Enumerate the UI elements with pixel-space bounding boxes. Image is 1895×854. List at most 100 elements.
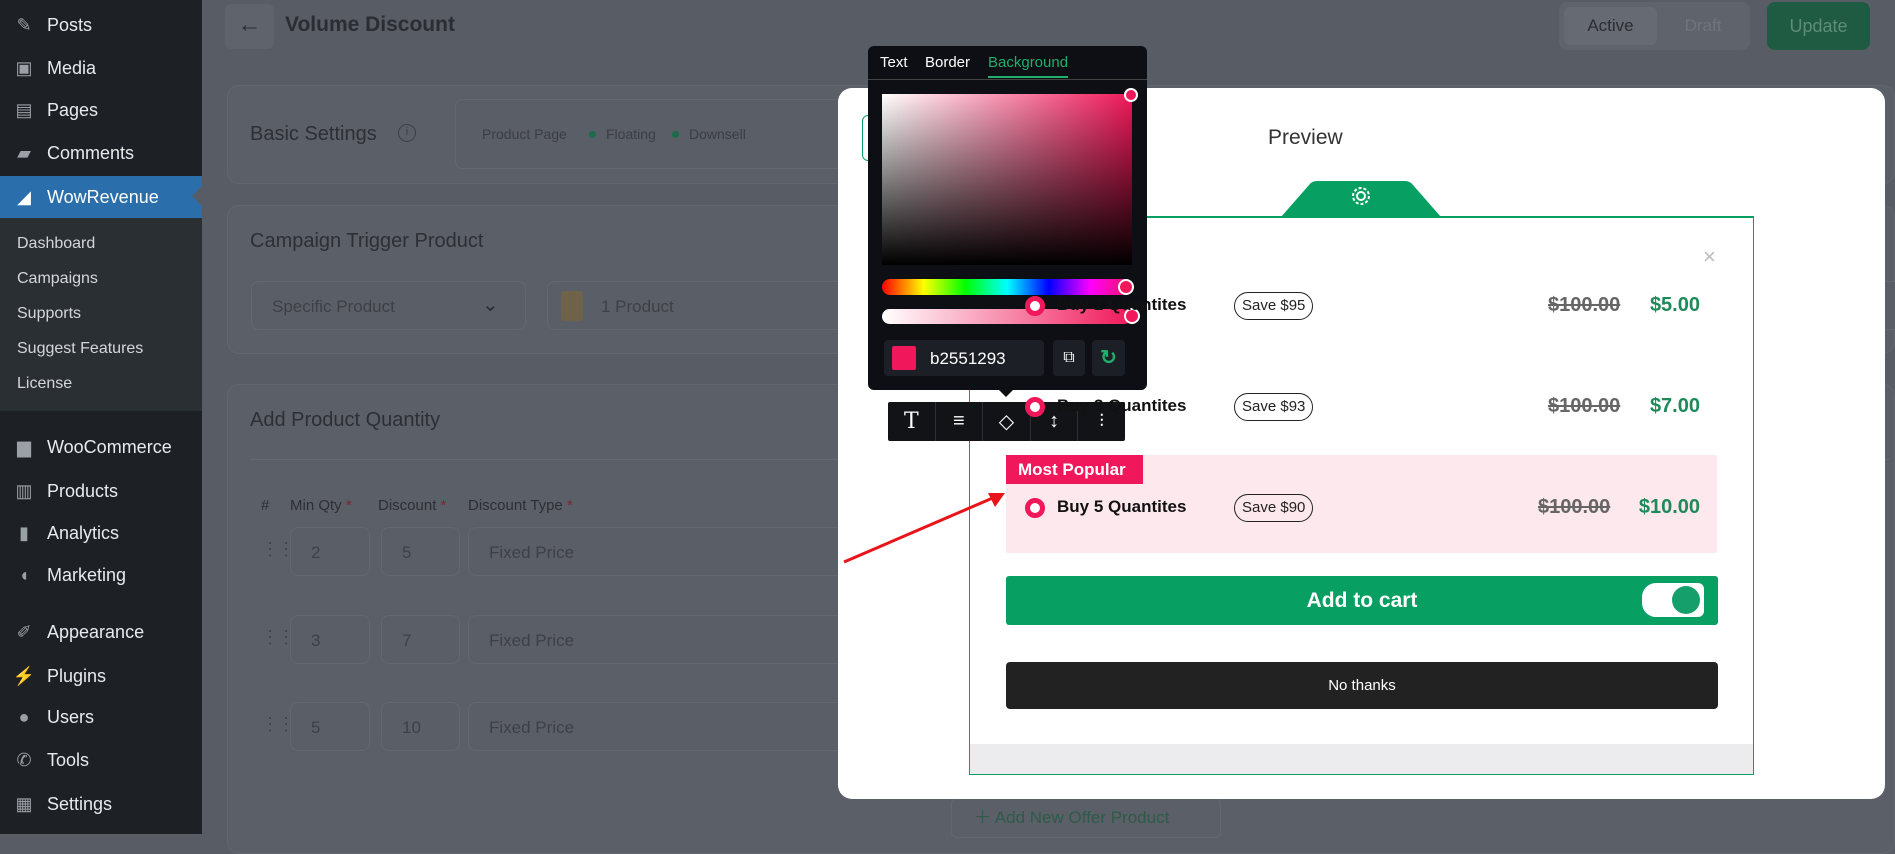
submenu-license[interactable]: License	[17, 375, 72, 393]
discount-input[interactable]: 7	[381, 615, 460, 664]
saturation-area[interactable]	[882, 88, 1138, 265]
product-count: 1 Product	[601, 297, 674, 316]
sidebar-item-posts[interactable]: ✎ Posts	[0, 5, 202, 45]
chip-downsell: Downsell	[689, 126, 746, 142]
chart-icon: ▮	[19, 522, 29, 543]
plus-icon: ＋	[974, 808, 991, 827]
megaphone-icon: ◖	[18, 564, 30, 585]
add-offer-product-button[interactable]: ＋ Add New Offer Product	[951, 798, 1221, 838]
wowrevenue-submenu: Dashboard Campaigns Supports Suggest Fea…	[0, 218, 202, 411]
sidebar-item-plugins[interactable]: ⚡ Plugins	[0, 656, 202, 696]
grammarly-icon[interactable]	[1642, 583, 1704, 617]
add-to-cart-label: Add to cart	[1306, 589, 1418, 612]
divider	[868, 79, 1147, 80]
discount-type-select[interactable]: Fixed Price	[468, 702, 868, 751]
dot-separator	[672, 131, 679, 138]
arrow-left-icon: ←	[237, 11, 262, 38]
admin-sidebar: ✎ Posts ▣ Media ▤ Pages ▰ Comments ◢ WowReven…	[0, 0, 202, 834]
pages-icon: ▤	[15, 99, 33, 120]
hex-input[interactable]: b2551293	[884, 340, 1044, 376]
add-to-cart-button[interactable]: Add to cart	[1006, 576, 1718, 625]
sidebar-item-tools[interactable]: ✆ Tools	[0, 740, 202, 780]
color-swatch	[892, 346, 916, 370]
product-quantity-title: Add Product Quantity	[250, 409, 441, 431]
basic-settings-title: Basic Settings	[250, 123, 377, 145]
submenu-dashboard[interactable]: Dashboard	[17, 235, 95, 253]
discount-type-select[interactable]: Fixed Price	[468, 615, 868, 664]
color-picker-popover: Text Border Background b2551293 ⧉ ↻	[868, 46, 1147, 390]
wowrevenue-icon: ◢	[17, 186, 31, 207]
submenu-campaigns[interactable]: Campaigns	[17, 270, 98, 288]
page-title: Volume Discount	[285, 13, 455, 36]
option-label: Buy 3 Quantites	[1057, 396, 1187, 415]
discount-input[interactable]: 5	[381, 527, 460, 576]
brush-icon: ✐	[16, 621, 32, 642]
plug-icon: ⚡	[12, 665, 36, 686]
sidebar-item-marketing[interactable]: ◖ Marketing	[0, 555, 202, 595]
sidebar-item-comments[interactable]: ▰ Comments	[0, 133, 202, 173]
sidebar-item-pages[interactable]: ▤ Pages	[0, 90, 202, 130]
update-button[interactable]: Update	[1767, 2, 1870, 50]
select-value: Specific Product	[272, 297, 395, 316]
min-qty-input[interactable]: 3	[290, 615, 370, 664]
status-draft[interactable]: Draft	[1663, 7, 1743, 45]
comment-icon: ▰	[17, 142, 31, 163]
offer-option[interactable]: Buy 3 Quantites Save $93 $100.00 $7.00	[1006, 387, 1717, 427]
drag-handle-icon[interactable]: ⋮⋮	[261, 539, 295, 560]
tab-border[interactable]: Border	[925, 54, 970, 71]
sidebar-item-appearance[interactable]: ✐ Appearance	[0, 612, 202, 652]
offer-widget: × Buy 2 Quantites Save $95 $100.00 $5.00…	[970, 218, 1753, 744]
trigger-type-select[interactable]: Specific Product ⌄	[251, 281, 526, 330]
option-label: Buy 5 Quantites	[1057, 497, 1187, 516]
typography-icon[interactable]: T	[888, 402, 936, 441]
save-badge: Save $95	[1234, 292, 1314, 320]
radio-selected[interactable]	[1025, 296, 1045, 316]
discounted-price: $7.00	[1649, 395, 1700, 417]
col-discount-type: Discount Type *	[468, 497, 573, 514]
discounted-price: $10.00	[1638, 496, 1700, 518]
drag-handle-icon[interactable]: ⋮⋮	[261, 714, 295, 735]
archive-icon: ▥	[15, 480, 33, 501]
min-qty-input[interactable]: 5	[290, 702, 370, 751]
info-icon[interactable]: i	[398, 124, 416, 142]
radio-selected[interactable]	[1025, 498, 1045, 518]
discount-input[interactable]: 10	[381, 702, 460, 751]
back-button[interactable]: ←	[225, 4, 274, 49]
original-price: $100.00	[1548, 395, 1621, 417]
offer-option[interactable]: Buy 2 Quantites Save $95 $100.00 $5.00	[1006, 286, 1717, 326]
drag-handle-icon[interactable]: ⋮⋮	[261, 627, 295, 648]
pin-icon: ✎	[16, 14, 32, 35]
submenu-supports[interactable]: Supports	[17, 305, 81, 323]
sidebar-item-analytics[interactable]: ▮ Analytics	[0, 513, 202, 553]
close-icon[interactable]: ×	[1703, 244, 1716, 270]
status-active[interactable]: Active	[1564, 7, 1657, 45]
option-label: Buy 2 Quantites	[1057, 295, 1187, 314]
save-badge: Save $93	[1234, 393, 1314, 421]
submenu-suggest-features[interactable]: Suggest Features	[17, 340, 143, 358]
sidebar-item-users[interactable]: ● Users	[0, 697, 202, 737]
tab-text[interactable]: Text	[880, 54, 908, 71]
saturation-handle[interactable]	[1124, 88, 1138, 102]
media-icon: ▣	[15, 57, 33, 78]
sidebar-item-settings[interactable]: ▦ Settings	[0, 784, 202, 824]
no-thanks-button[interactable]: No thanks	[1006, 662, 1718, 709]
sidebar-item-wowrevenue[interactable]: ◢ WowRevenue	[0, 176, 202, 218]
wrench-icon: ✆	[16, 749, 32, 770]
most-popular-badge: Most Popular	[1006, 455, 1143, 484]
user-icon: ●	[18, 706, 30, 727]
sidebar-item-woocommerce[interactable]: ▆ WooCommerce	[0, 427, 202, 467]
preview-title: Preview	[1268, 126, 1343, 149]
tab-background[interactable]: Background	[988, 54, 1069, 78]
copy-icon[interactable]: ⧉	[1053, 340, 1085, 376]
discounted-price: $5.00	[1649, 294, 1700, 316]
offer-option[interactable]: Buy 5 Quantites Save $90 $100.00 $10.00	[1006, 488, 1717, 528]
align-icon[interactable]: ≡	[936, 402, 984, 441]
chip-floating: Floating	[606, 126, 656, 142]
sidebar-item-media[interactable]: ▣ Media	[0, 48, 202, 88]
min-qty-input[interactable]: 2	[290, 527, 370, 576]
settings-tab[interactable]	[1281, 181, 1441, 217]
sidebar-item-products[interactable]: ▥ Products	[0, 471, 202, 511]
radio-selected[interactable]	[1025, 397, 1045, 417]
discount-type-select[interactable]: Fixed Price	[468, 527, 868, 576]
reset-icon[interactable]: ↻	[1092, 340, 1125, 376]
